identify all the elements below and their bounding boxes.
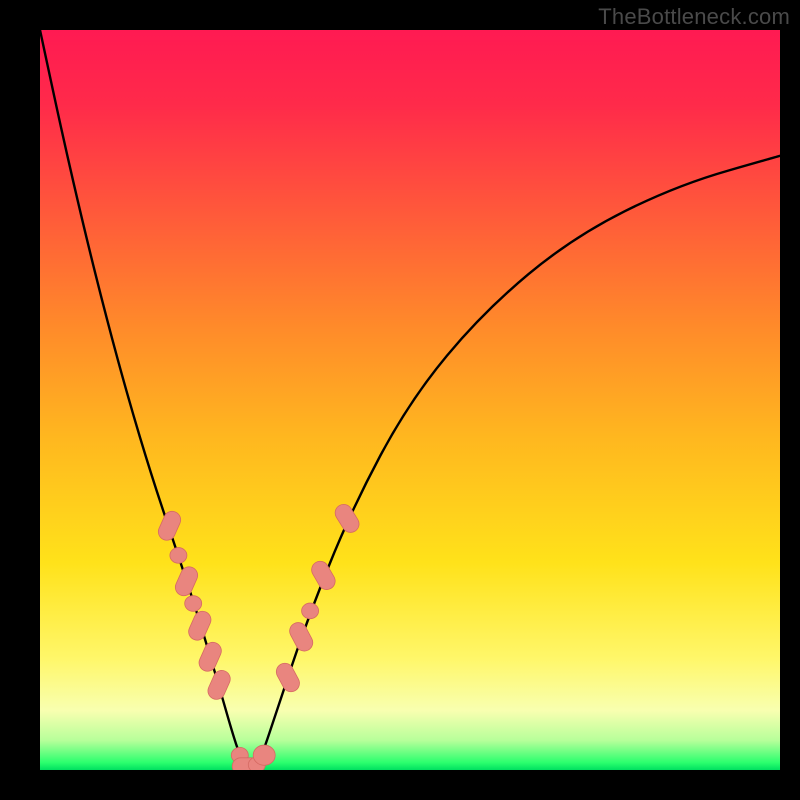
data-marker bbox=[309, 558, 339, 592]
data-marker bbox=[196, 640, 224, 674]
data-marker bbox=[273, 660, 302, 694]
watermark-text: TheBottleneck.com bbox=[598, 4, 790, 30]
data-marker bbox=[185, 596, 202, 612]
data-marker bbox=[253, 745, 275, 765]
data-marker bbox=[156, 509, 184, 543]
data-marker bbox=[205, 668, 233, 702]
data-marker bbox=[302, 603, 319, 619]
data-marker bbox=[173, 564, 201, 598]
data-marker bbox=[332, 501, 362, 535]
markers-group bbox=[156, 501, 363, 770]
data-marker bbox=[186, 609, 214, 643]
chart-frame: TheBottleneck.com bbox=[0, 0, 800, 800]
bottleneck-curve bbox=[40, 30, 780, 770]
chart-overlay-svg bbox=[40, 30, 780, 770]
plot-area bbox=[40, 30, 780, 770]
data-marker bbox=[287, 620, 316, 654]
data-marker bbox=[170, 548, 187, 564]
